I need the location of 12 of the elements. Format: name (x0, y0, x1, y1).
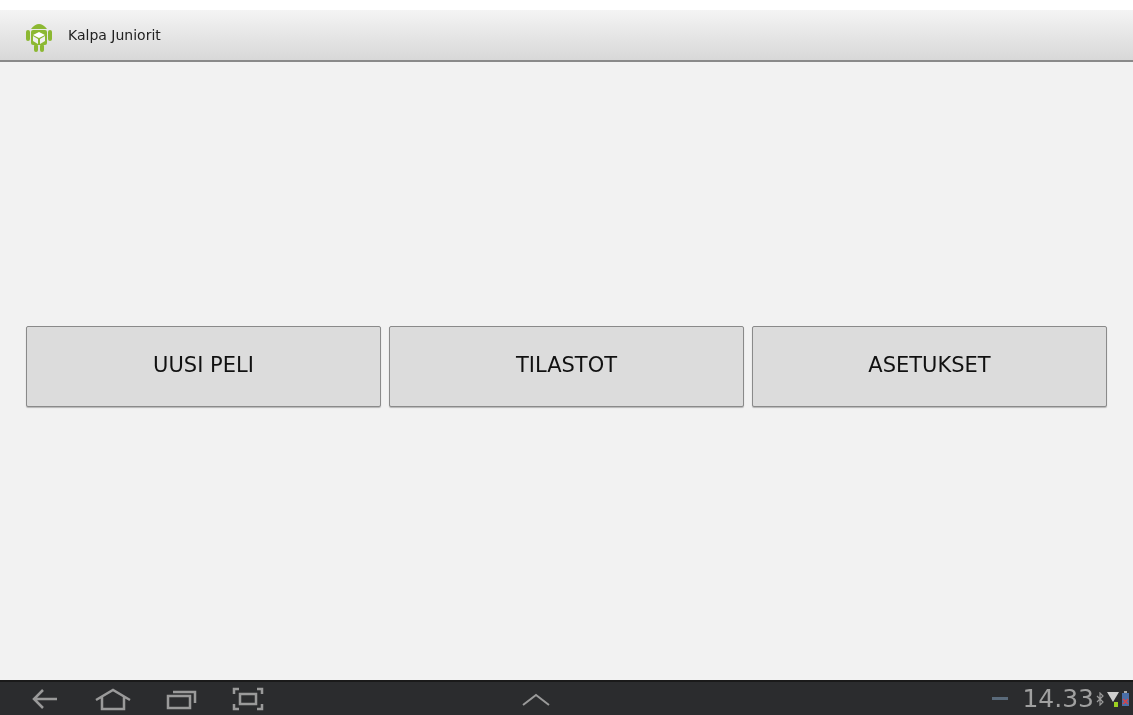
back-icon[interactable] (30, 686, 60, 711)
wifi-icon (1107, 690, 1119, 707)
menu-button[interactable]: ASETUKSET (752, 325, 1107, 407)
menu-button[interactable]: UUSI PELI (26, 325, 381, 407)
home-icon[interactable] (94, 686, 132, 711)
menu-button[interactable]: TILASTOT (389, 325, 744, 407)
bluetooth-icon (1096, 691, 1104, 706)
clock: 14.33 (1022, 686, 1094, 711)
screenshot-icon[interactable] (232, 686, 264, 711)
minus-icon (992, 697, 1009, 700)
battery-icon (1122, 691, 1129, 706)
app-title: Kalpa Juniorit (68, 25, 161, 45)
